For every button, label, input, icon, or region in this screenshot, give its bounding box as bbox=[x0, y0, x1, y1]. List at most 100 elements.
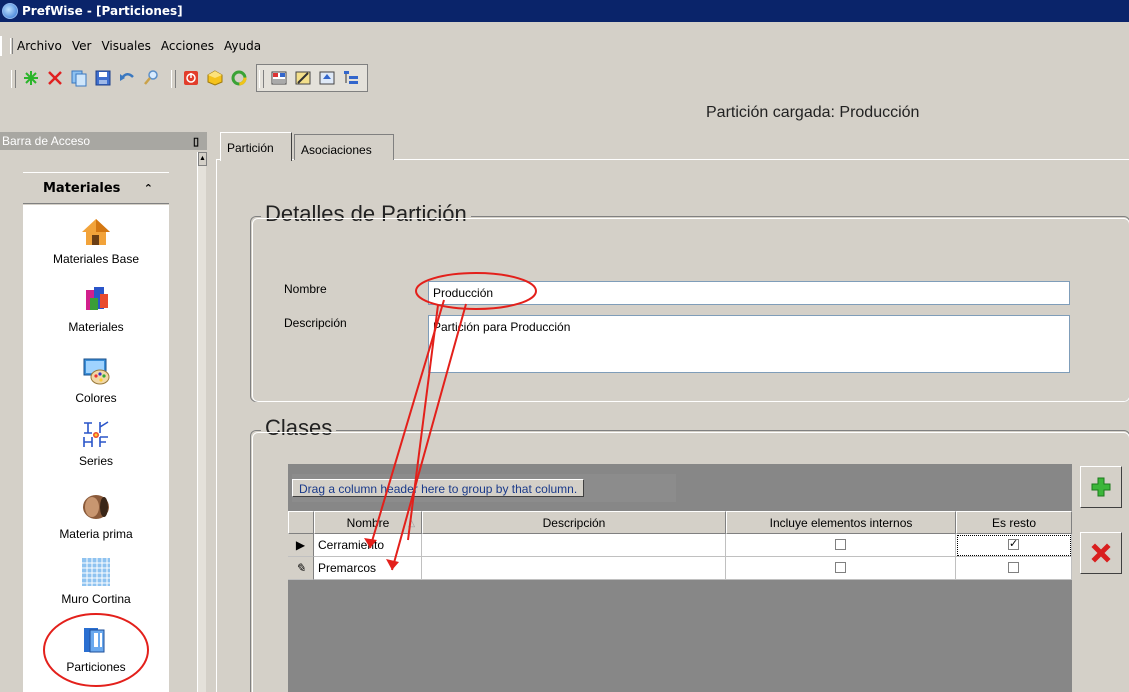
view-tree-icon[interactable] bbox=[340, 67, 362, 89]
sidebar-item-label: Materia prima bbox=[59, 527, 133, 541]
panel-materiales-body: Materiales Base Materiales Colores Serie… bbox=[23, 205, 169, 692]
sidebar-item-label: Materiales Base bbox=[52, 252, 140, 266]
details-title: Detalles de Partición bbox=[261, 201, 471, 227]
sidebar-scrollbar[interactable]: ▲ bbox=[197, 152, 207, 692]
name-label: Nombre bbox=[284, 282, 327, 296]
sidebar-item-particiones[interactable]: Particiones bbox=[23, 623, 169, 674]
sidebar-item-label: Materiales bbox=[68, 320, 124, 334]
palette-icon bbox=[80, 354, 112, 388]
cell-rest[interactable] bbox=[956, 557, 1072, 580]
toolbar-group-views bbox=[256, 64, 368, 92]
window-title-bar: PrefWise - [Particiones] bbox=[0, 0, 1129, 22]
view-edit-icon[interactable] bbox=[292, 67, 314, 89]
header-row-selector bbox=[288, 511, 314, 534]
tab-particion[interactable]: Partición bbox=[220, 132, 292, 161]
search-icon[interactable] bbox=[140, 67, 162, 89]
menu-bar: Archivo Ver Visuales Acciones Ayuda bbox=[0, 36, 1129, 56]
menu-archivo[interactable]: Archivo bbox=[12, 39, 67, 53]
table-row[interactable]: ▶ Cerramiento ✓ bbox=[288, 534, 1072, 557]
classes-table: Nombre △ Descripción Incluye elementos in… bbox=[288, 511, 1072, 580]
group-by-hint: Drag a column header here to group by th… bbox=[292, 479, 585, 497]
column-header-descripcion[interactable]: Descripción bbox=[422, 511, 726, 534]
column-header-label: Nombre bbox=[346, 516, 390, 530]
description-label: Descripción bbox=[284, 316, 347, 330]
sidebar-item-muro-cortina[interactable]: Muro Cortina bbox=[23, 555, 169, 606]
description-field[interactable]: Partición para Producción bbox=[428, 315, 1070, 373]
cell-name[interactable]: Premarcos bbox=[314, 557, 422, 580]
internal-checkbox[interactable] bbox=[835, 539, 846, 551]
access-bar-title: Barra de Acceso bbox=[2, 134, 91, 148]
edit-row-icon[interactable]: ✎ bbox=[288, 557, 314, 580]
group-by-area[interactable]: Drag a column header here to group by th… bbox=[292, 474, 676, 502]
save-icon[interactable] bbox=[92, 67, 114, 89]
sidebar-item-materiales-base[interactable]: Materiales Base bbox=[23, 215, 169, 266]
plus-icon bbox=[1091, 477, 1111, 497]
column-header-incluye[interactable]: Incluye elementos internos bbox=[726, 511, 956, 534]
copy-icon[interactable] bbox=[68, 67, 90, 89]
app-icon bbox=[2, 3, 18, 19]
collapse-icon[interactable]: ⌃ bbox=[144, 182, 153, 195]
cube-icon[interactable] bbox=[204, 67, 226, 89]
raw-material-icon bbox=[80, 490, 112, 524]
curtain-wall-icon bbox=[80, 555, 112, 589]
details-groupbox: Detalles de Partición bbox=[250, 201, 1129, 402]
loaded-partition-label: Partición cargada: Producción bbox=[706, 104, 920, 121]
panel-title: Materiales bbox=[43, 180, 121, 196]
cell-rest[interactable]: ✓ bbox=[956, 534, 1072, 557]
internal-checkbox[interactable] bbox=[835, 562, 846, 574]
toolbar-group-actions bbox=[168, 64, 256, 92]
pin-icon[interactable]: ▯ bbox=[193, 135, 199, 148]
tab-asociaciones[interactable]: Asociaciones bbox=[294, 134, 394, 160]
menu-ver[interactable]: Ver bbox=[67, 39, 97, 53]
sidebar-item-label: Muro Cortina bbox=[61, 592, 131, 606]
partitions-icon bbox=[80, 623, 112, 657]
cell-internal[interactable] bbox=[726, 534, 956, 557]
undo-icon[interactable] bbox=[116, 67, 138, 89]
add-class-button[interactable] bbox=[1080, 466, 1122, 508]
sidebar-item-label: Series bbox=[78, 454, 113, 468]
menu-visuales[interactable]: Visuales bbox=[96, 39, 155, 53]
toolbar bbox=[8, 64, 368, 92]
refresh-icon[interactable] bbox=[228, 67, 250, 89]
view-grid-icon[interactable] bbox=[268, 67, 290, 89]
toolbar-group-edit bbox=[8, 64, 168, 92]
panel-materiales-header[interactable]: Materiales ⌃ bbox=[23, 172, 169, 204]
scroll-up-icon[interactable]: ▲ bbox=[198, 152, 207, 166]
window-title: PrefWise - [Particiones] bbox=[22, 4, 183, 18]
menu-acciones[interactable]: Acciones bbox=[156, 39, 219, 53]
access-bar: Barra de Acceso ▯ ▲ Materiales ⌃ Materia… bbox=[0, 132, 207, 692]
table-row[interactable]: ✎ Premarcos bbox=[288, 557, 1072, 580]
column-header-nombre[interactable]: Nombre △ bbox=[314, 511, 422, 534]
current-row-icon[interactable]: ▶ bbox=[288, 534, 314, 557]
view-move-icon[interactable] bbox=[316, 67, 338, 89]
series-icon bbox=[80, 417, 112, 451]
sort-asc-icon: △ bbox=[408, 518, 415, 528]
sidebar-item-label: Colores bbox=[75, 391, 117, 405]
house-icon bbox=[80, 215, 112, 249]
cell-description[interactable] bbox=[422, 534, 726, 557]
sidebar-item-materia-prima[interactable]: Materia prima bbox=[23, 490, 169, 541]
delete-x-icon bbox=[1091, 543, 1111, 563]
new-icon[interactable] bbox=[20, 67, 42, 89]
materials-icon bbox=[80, 283, 112, 317]
cell-description[interactable] bbox=[422, 557, 726, 580]
sidebar-item-colores[interactable]: Colores bbox=[23, 354, 169, 405]
stop-icon[interactable] bbox=[180, 67, 202, 89]
delete-icon[interactable] bbox=[44, 67, 66, 89]
rest-checkbox[interactable]: ✓ bbox=[1008, 539, 1019, 551]
tab-strip: Partición Asociaciones bbox=[216, 132, 1129, 161]
classes-grid: Drag a column header here to group by th… bbox=[288, 464, 1072, 692]
table-header-row: Nombre △ Descripción Incluye elementos in… bbox=[288, 511, 1072, 534]
sidebar-item-series[interactable]: Series bbox=[23, 417, 169, 468]
name-field[interactable]: Producción bbox=[428, 281, 1070, 305]
sidebar-item-materiales[interactable]: Materiales bbox=[23, 283, 169, 334]
cell-name[interactable]: Cerramiento bbox=[314, 534, 422, 557]
classes-title: Clases bbox=[261, 415, 337, 441]
sidebar-item-label: Particiones bbox=[66, 660, 126, 674]
rest-checkbox[interactable] bbox=[1008, 562, 1019, 574]
menu-ayuda[interactable]: Ayuda bbox=[219, 39, 266, 53]
delete-class-button[interactable] bbox=[1080, 532, 1122, 574]
column-header-es-resto[interactable]: Es resto bbox=[956, 511, 1072, 534]
cell-internal[interactable] bbox=[726, 557, 956, 580]
menu-grip[interactable] bbox=[10, 38, 13, 54]
